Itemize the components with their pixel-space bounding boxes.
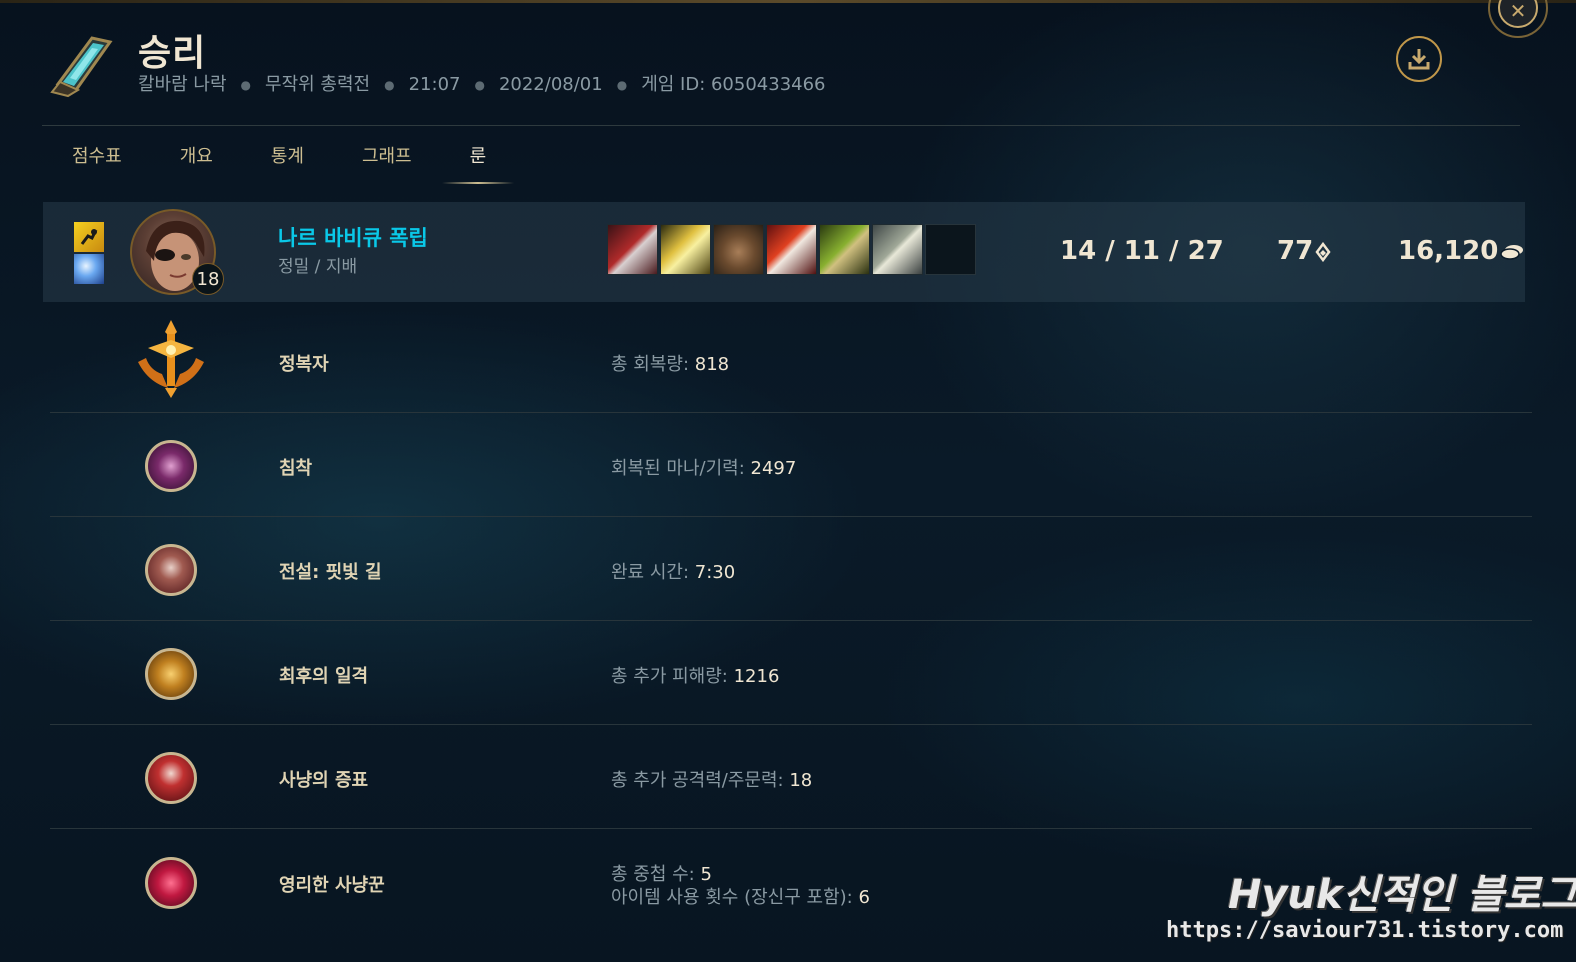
gold-coins-icon [1500,244,1524,260]
rune-stat: 총 회복량: 818 [611,350,729,376]
snowball-spell-icon [74,254,104,284]
download-icon [1408,49,1430,70]
ingenious-hunter-icon [145,857,197,909]
rune-name: 영리한 사냥꾼 [279,875,385,896]
rune-stat: 총 추가 공격력/주문력: 18 [611,766,812,792]
rune-stat-secondary: 아이템 사용 횟수 (장신구 포함): 6 [611,883,870,909]
presence-of-mind-icon [145,440,197,492]
stat-value: 5 [700,864,712,885]
download-button[interactable] [1396,36,1442,82]
match-result-title: 승리 [138,33,207,74]
rune-stat: 회복된 마나/기력: 2497 [611,454,796,480]
separator-dot: ● [384,78,395,92]
watermark-title: Hyuk신적인 블로그 [1228,872,1576,918]
stat-value: 6 [858,887,870,908]
rune-name: 전설: 핏빛 길 [279,562,382,583]
tab-stats[interactable]: 통계 [259,142,316,176]
header-divider [42,125,1520,126]
player-row: 18 나르 바비큐 폭립 정밀 / 지배 14 / 11 / 27 77 16,… [43,202,1525,302]
close-icon: ✕ [1498,0,1538,28]
empty-item-slot [925,224,976,275]
separator-dot: ● [616,78,628,92]
rune-row-coup-de-grace: 최후의 일격 총 추가 피해량: 1216 [50,621,1532,725]
ghost-spell-icon [74,222,104,252]
kda-score: 14 / 11 / 27 [1060,236,1224,266]
rune-row-conqueror: 정복자 총 회복량: 818 [50,309,1532,413]
rune-paths: 정밀 / 지배 [278,257,358,277]
top-border [0,0,1576,3]
game-date: 2022/08/01 [498,74,603,95]
stat-label: 총 추가 피해량: [611,666,734,687]
stat-value: 1216 [733,666,780,687]
item-slots [607,224,978,275]
stat-label: 총 중첩 수: [611,864,701,885]
summoner-spells [74,222,104,286]
rune-row-eyeball-collection: 사냥의 증표 총 추가 공격력/주문력: 18 [50,725,1532,829]
match-meta: 칼바람 나락 ● 무작위 총력전 ● 21:07 ● 2022/08/01 ● 게임 ID: 6… [138,70,826,96]
stat-label: 완료 시간: [611,562,695,583]
minion-icon [1315,241,1331,262]
cs-value: 77 [1277,236,1314,266]
game-duration: 21:07 [408,74,461,95]
tab-runes[interactable]: 룬 [441,142,514,184]
gold-earned: 16,120 [1398,236,1524,266]
victory-crystal-icon [48,32,114,98]
tab-graph[interactable]: 그래프 [350,142,424,176]
close-button[interactable]: ✕ [1488,0,1548,38]
coup-de-grace-icon [145,648,197,700]
conqueror-icon [134,318,208,404]
separator-dot: ● [474,78,485,92]
rune-name: 최후의 일격 [279,666,369,687]
stat-value: 7:30 [694,562,736,583]
rune-stat: 완료 시간: 7:30 [611,558,735,584]
rune-row-legend-bloodline: 전설: 핏빛 길 완료 시간: 7:30 [50,517,1532,621]
creep-score: 77 [1277,236,1331,266]
tab-bar: 점수표 개요 통계 그래프 룬 [60,142,532,184]
game-id: 게임 ID: 6050433466 [641,74,826,95]
item-slot-5-icon [819,224,870,275]
stat-label: 아이템 사용 횟수 (장신구 포함): [611,887,859,908]
eyeball-collection-icon [145,752,197,804]
item-slot-1-icon [607,224,658,275]
rune-stat: 총 추가 피해량: 1216 [611,662,779,688]
game-mode: 무작위 총력전 [265,74,371,95]
rune-row-presence-of-mind: 침착 회복된 마나/기력: 2497 [50,413,1532,517]
rune-name: 정복자 [279,354,329,375]
stat-label: 총 추가 공격력/주문력: [611,770,790,791]
tab-overview[interactable]: 개요 [168,142,225,176]
champion-level-badge: 18 [192,263,224,295]
gold-value: 16,120 [1398,236,1499,266]
map-name: 칼바람 나락 [138,74,227,95]
stat-label: 총 회복량: [611,354,695,375]
stat-value: 818 [694,354,730,375]
item-slot-2-icon [660,224,711,275]
rune-name: 침착 [279,458,313,479]
stat-label: 회복된 마나/기력: [611,458,751,479]
watermark-url: https://saviour731.tistory.com [1166,918,1564,943]
stat-value: 2497 [750,458,797,479]
item-slot-4-icon [766,224,817,275]
player-name[interactable]: 나르 바비큐 폭립 [278,222,428,252]
item-slot-6-icon [872,224,923,275]
rune-name: 사냥의 증표 [279,770,369,791]
boots-icon [713,224,764,275]
tab-scoreboard[interactable]: 점수표 [60,142,134,176]
stat-value: 18 [789,770,813,791]
legend-bloodline-icon [145,544,197,596]
separator-dot: ● [240,78,252,92]
